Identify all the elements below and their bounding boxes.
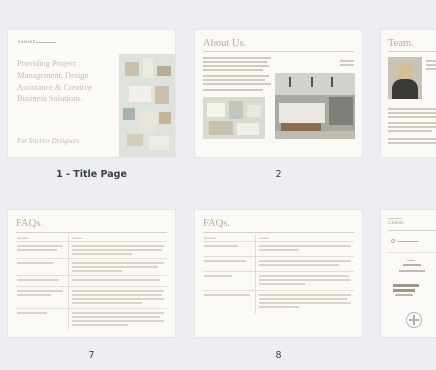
table-header-question: Question — [17, 236, 30, 240]
headline: Providing Project Management, Design Ass… — [17, 59, 92, 104]
table-header-answer: Answer — [259, 236, 270, 240]
flat-lay-image — [119, 54, 175, 157]
client-logo-1 — [391, 238, 429, 244]
page-thumbnail-9[interactable]: Clients — [381, 210, 436, 337]
client-logo-4 — [406, 312, 422, 328]
page-title: FAQs. — [16, 218, 43, 229]
page-title: Clients — [388, 220, 404, 226]
logo-text: KAMMIE — [18, 40, 36, 44]
page-label-2: 2 — [275, 169, 282, 180]
page-label-8: 8 — [275, 350, 282, 361]
page-thumbnail-1[interactable]: KAMMIE Providing Project Management, Des… — [8, 30, 175, 157]
page-title: FAQs. — [203, 218, 230, 229]
page-label-1: 1 - Title Page — [56, 169, 127, 180]
page-thumbnail-8[interactable]: FAQs. Question Answer — [195, 210, 362, 337]
page-thumbnail-7[interactable]: FAQs. Question Answer — [8, 210, 175, 337]
page-thumbnail-3[interactable]: Team. — [381, 30, 436, 157]
client-logo-2 — [393, 260, 433, 284]
table-header-question: Question — [204, 236, 217, 240]
team-photo — [388, 57, 422, 99]
page-thumbnail-2[interactable]: About Us. — [195, 30, 362, 157]
page-label-7: 7 — [88, 350, 95, 361]
client-logo-3 — [393, 284, 423, 300]
tagline: For Interior Designers — [17, 138, 80, 145]
page-title: Team. — [388, 38, 414, 49]
table-header-answer: Answer — [72, 236, 83, 240]
kitchen-image — [275, 73, 355, 139]
moodboard-image — [203, 97, 265, 139]
page-title: About Us. — [203, 38, 247, 49]
